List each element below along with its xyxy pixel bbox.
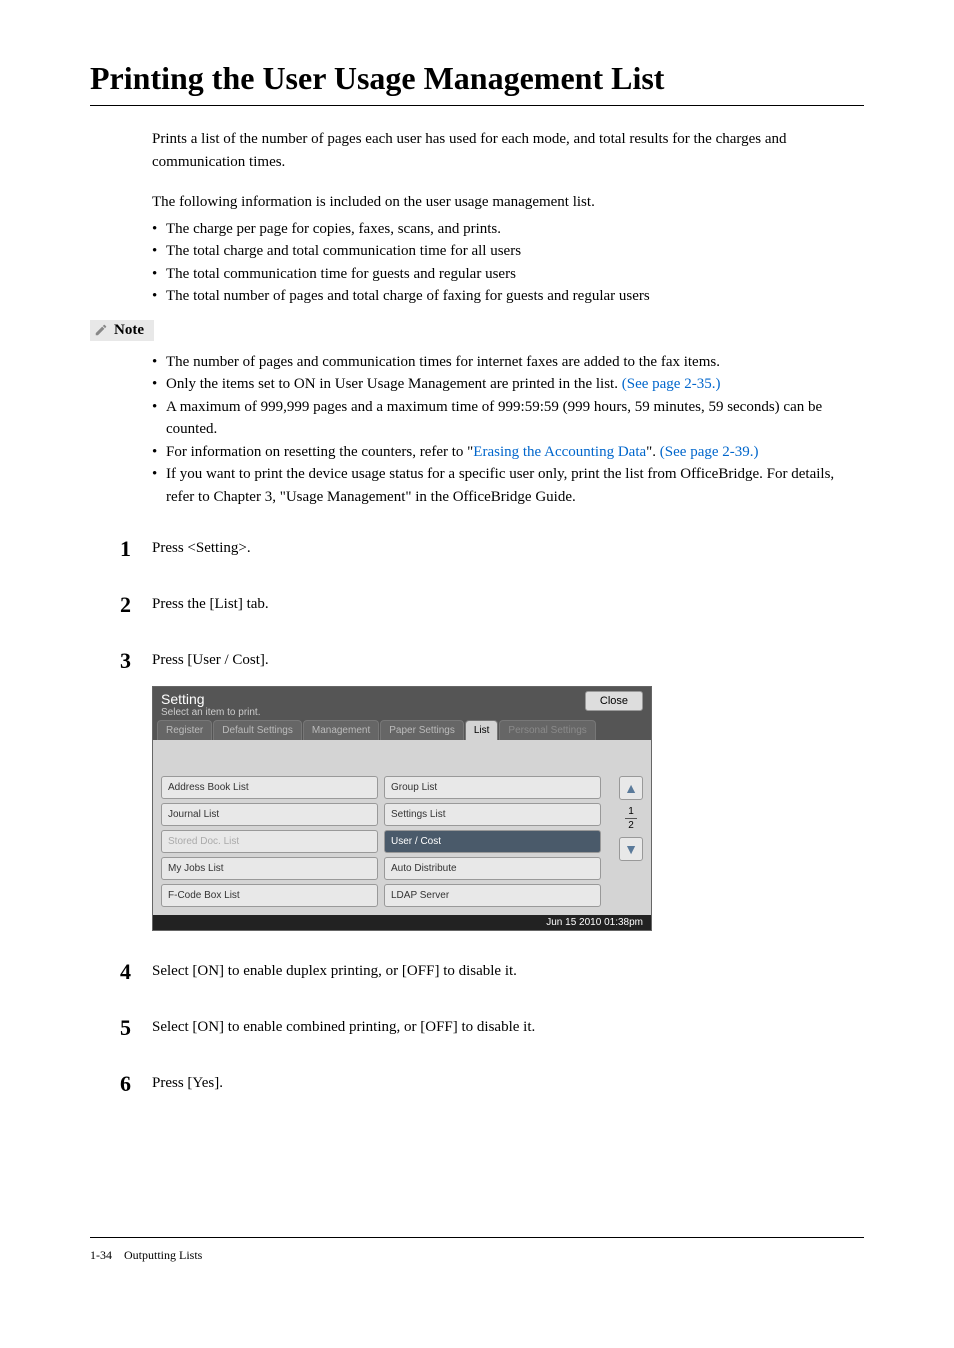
step-number: 6 bbox=[120, 1071, 152, 1097]
device-screenshot: Setting Select an item to print. Close R… bbox=[152, 686, 864, 931]
step-number: 4 bbox=[120, 959, 152, 985]
note-bullet: A maximum of 999,999 pages and a maximum… bbox=[152, 396, 864, 441]
my-jobs-list-button[interactable]: My Jobs List bbox=[161, 857, 378, 880]
info-bullet: The total charge and total communication… bbox=[152, 240, 864, 263]
scroll-up-button[interactable]: ▲ bbox=[619, 776, 643, 800]
step-text: Press the [List] tab. bbox=[152, 592, 269, 613]
page-link[interactable]: (See page 2-35.) bbox=[622, 376, 721, 392]
address-book-list-button[interactable]: Address Book List bbox=[161, 776, 378, 799]
inline-link[interactable]: Erasing the Accounting Data bbox=[473, 444, 646, 460]
note-label-text: Note bbox=[114, 322, 144, 339]
section-name: Outputting Lists bbox=[124, 1248, 202, 1262]
title-underline bbox=[90, 105, 864, 106]
step-text: Press [Yes]. bbox=[152, 1071, 223, 1092]
step-text: Press [User / Cost]. bbox=[152, 648, 269, 669]
note-bullet: For information on resetting the counter… bbox=[152, 441, 864, 464]
note-badge: Note bbox=[90, 320, 154, 341]
scroll-down-button[interactable]: ▼ bbox=[619, 837, 643, 861]
screen-title: Setting bbox=[161, 691, 261, 707]
info-bullet: The total number of pages and total char… bbox=[152, 285, 864, 308]
tab-personal-settings[interactable]: Personal Settings bbox=[499, 720, 595, 740]
group-list-button[interactable]: Group List bbox=[384, 776, 601, 799]
settings-list-button[interactable]: Settings List bbox=[384, 803, 601, 826]
step: 5 Select [ON] to enable combined printin… bbox=[120, 1015, 864, 1041]
close-button[interactable]: Close bbox=[585, 691, 643, 711]
chevron-down-icon: ▼ bbox=[624, 841, 638, 857]
ldap-server-button[interactable]: LDAP Server bbox=[384, 884, 601, 907]
page-title: Printing the User Usage Management List bbox=[90, 60, 864, 97]
auto-distribute-button[interactable]: Auto Distribute bbox=[384, 857, 601, 880]
step: 4 Select [ON] to enable duplex printing,… bbox=[120, 959, 864, 985]
info-bullet: The charge per page for copies, faxes, s… bbox=[152, 218, 864, 241]
intro-text: Prints a list of the number of pages eac… bbox=[152, 128, 864, 173]
tab-register[interactable]: Register bbox=[157, 720, 212, 740]
step: 1 Press <Setting>. bbox=[120, 536, 864, 562]
step-number: 3 bbox=[120, 648, 152, 674]
info-bullet: The total communication time for guests … bbox=[152, 263, 864, 286]
page-link[interactable]: (See page 2-39.) bbox=[660, 444, 759, 460]
chevron-up-icon: ▲ bbox=[624, 780, 638, 796]
step-text: Select [ON] to enable combined printing,… bbox=[152, 1015, 535, 1036]
note-bullet: If you want to print the device usage st… bbox=[152, 463, 864, 508]
step-number: 5 bbox=[120, 1015, 152, 1041]
stored-doc-list-button: Stored Doc. List bbox=[161, 830, 378, 853]
screen-header: Setting Select an item to print. Close bbox=[153, 687, 651, 720]
info-bullet-list: The charge per page for copies, faxes, s… bbox=[152, 218, 864, 308]
tab-paper-settings[interactable]: Paper Settings bbox=[380, 720, 464, 740]
page-footer: 1-34 Outputting Lists bbox=[90, 1237, 864, 1263]
tab-management[interactable]: Management bbox=[303, 720, 379, 740]
list-intro: The following information is included on… bbox=[152, 191, 864, 214]
tab-default-settings[interactable]: Default Settings bbox=[213, 720, 302, 740]
note-bullet-list: The number of pages and communication ti… bbox=[152, 351, 864, 509]
note-bullet: The number of pages and communication ti… bbox=[152, 351, 864, 374]
tab-row: Register Default Settings Management Pap… bbox=[153, 720, 651, 740]
step: 3 Press [User / Cost]. bbox=[120, 648, 864, 674]
user-cost-button[interactable]: User / Cost bbox=[384, 830, 601, 853]
pencil-icon bbox=[94, 323, 108, 337]
step: 2 Press the [List] tab. bbox=[120, 592, 864, 618]
tab-list[interactable]: List bbox=[465, 720, 499, 740]
step-text: Select [ON] to enable duplex printing, o… bbox=[152, 959, 517, 980]
screen-body: Address Book List Group List Journal Lis… bbox=[153, 740, 651, 915]
note-bullet: Only the items set to ON in User Usage M… bbox=[152, 373, 864, 396]
step-text: Press <Setting>. bbox=[152, 536, 251, 557]
page-number: 1-34 bbox=[90, 1248, 112, 1262]
fcode-box-list-button[interactable]: F-Code Box List bbox=[161, 884, 378, 907]
screen-subtitle: Select an item to print. bbox=[161, 707, 261, 718]
step-number: 1 bbox=[120, 536, 152, 562]
screen-footer-time: Jun 15 2010 01:38pm bbox=[153, 915, 651, 930]
page-indicator: 1 2 bbox=[625, 804, 637, 833]
journal-list-button[interactable]: Journal List bbox=[161, 803, 378, 826]
step: 6 Press [Yes]. bbox=[120, 1071, 864, 1097]
step-number: 2 bbox=[120, 592, 152, 618]
